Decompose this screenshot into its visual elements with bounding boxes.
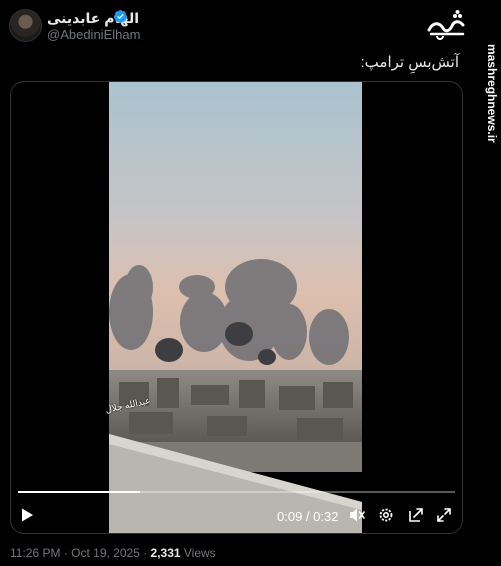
views-label: Views	[180, 546, 216, 560]
tweet-text: آتش‌بسِ ترامپ:	[360, 54, 459, 71]
watermark-site-text: mashreghnews.ir	[485, 44, 499, 143]
tweet-timestamp[interactable]: 11:26 PM · Oct 19, 2025 ·	[10, 546, 151, 560]
popout-icon[interactable]	[407, 506, 425, 524]
avatar[interactable]	[9, 9, 42, 42]
video-scene	[109, 82, 362, 533]
video-time-readout: 0:09 / 0:32	[277, 509, 339, 524]
views-count: 2,331	[150, 546, 181, 560]
mashregh-logo-icon	[427, 10, 465, 40]
play-icon[interactable]	[19, 507, 35, 523]
author-handle[interactable]: @AbediniElham	[47, 27, 140, 42]
video-player[interactable]: عبدالله جلال 0:09 / 0:32	[10, 81, 463, 534]
fullscreen-icon[interactable]	[435, 506, 453, 524]
mute-icon[interactable]	[348, 506, 366, 524]
tweet-footer: 11:26 PM · Oct 19, 2025 · 2,331 Views	[10, 546, 216, 560]
video-progress-fill	[18, 491, 141, 493]
settings-icon[interactable]	[377, 506, 395, 524]
verified-badge-icon	[113, 9, 128, 24]
video-progress-bar[interactable]	[18, 491, 455, 493]
video-frame[interactable]	[109, 82, 362, 533]
